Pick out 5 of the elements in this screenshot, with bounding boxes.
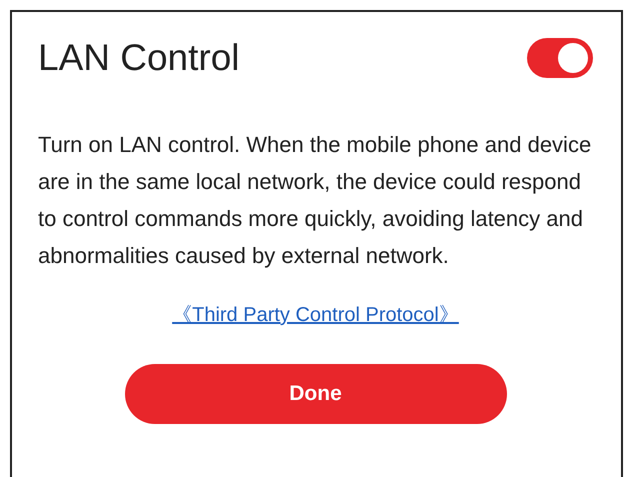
description-text: Turn on LAN control. When the mobile phone and device are in the same local network, the device could respond to control commands more quickly, avoiding latency and abnormalities caused by external network. [38, 131, 592, 270]
panel-title: LAN Control [38, 36, 240, 80]
lan-control-toggle[interactable] [527, 38, 593, 78]
protocol-link[interactable]: 《Third Party Control Protocol》 [172, 300, 459, 330]
done-button[interactable]: Done [124, 364, 506, 424]
